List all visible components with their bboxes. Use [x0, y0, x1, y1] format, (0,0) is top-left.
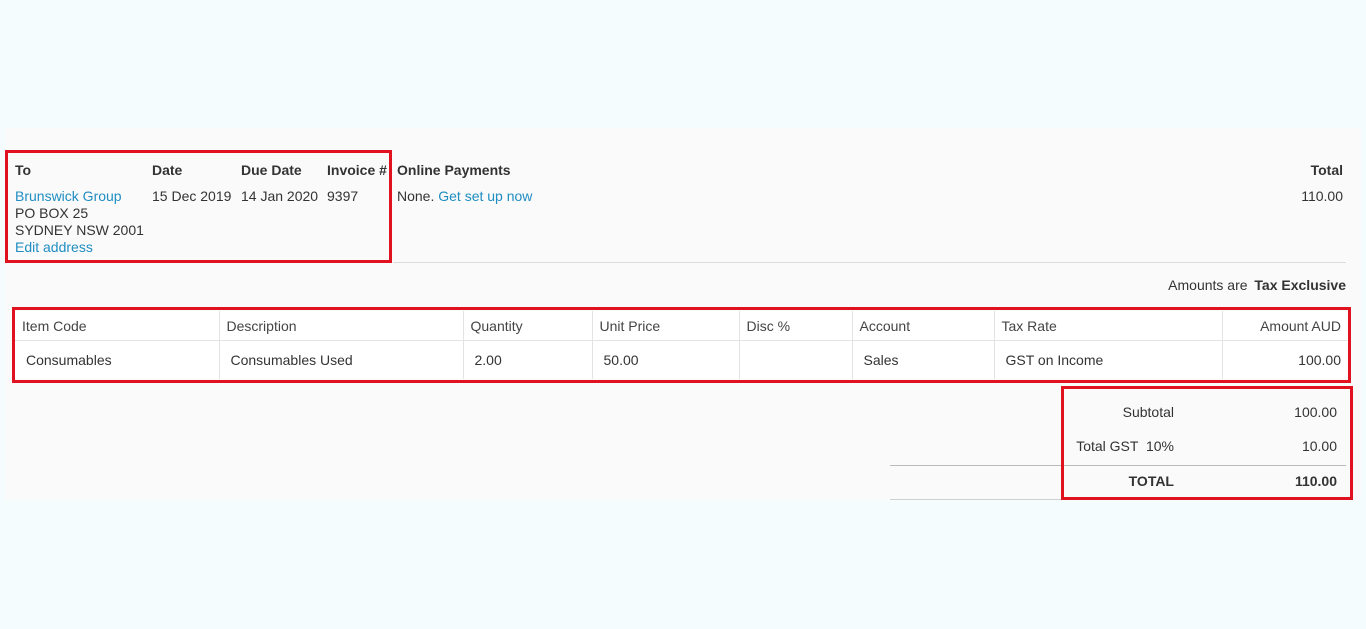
subtotal-value: 100.00	[1294, 404, 1337, 420]
totals-divider	[890, 465, 1346, 466]
date-label: Date	[152, 162, 183, 178]
subtotal-label: Subtotal	[1122, 404, 1174, 420]
account-cell[interactable]: Sales	[852, 340, 995, 379]
column-header[interactable]: Disc %	[739, 311, 853, 341]
amounts-are-tax-mode[interactable]: Amounts are Tax Exclusive	[1168, 277, 1346, 293]
address-line2: SYDNEY NSW 2001	[15, 222, 144, 238]
total-label: Total	[1310, 162, 1343, 178]
invoice-total-value: 110.00	[1301, 188, 1343, 204]
column-header[interactable]: Amount AUD	[1222, 311, 1347, 341]
contact-name-link[interactable]: Brunswick Group	[15, 188, 122, 204]
invoice-number: 9397	[327, 188, 359, 204]
totals-bottom-divider	[890, 499, 1346, 500]
tax-mode-value: Tax Exclusive	[1254, 277, 1346, 293]
online-payments-status: None. Get set up now	[397, 188, 532, 204]
address-line1: PO BOX 25	[15, 205, 89, 221]
table-header-row: Item Code Description Quantity Unit Pric…	[15, 311, 1347, 341]
amount-cell[interactable]: 100.00	[1222, 341, 1347, 380]
item-code-cell[interactable]: Consumables	[15, 340, 220, 379]
header-divider	[393, 262, 1346, 263]
invoice-date: 15 Dec 2019	[152, 188, 232, 204]
column-header[interactable]: Account	[852, 311, 995, 341]
invoice-due-date: 14 Jan 2020	[241, 188, 319, 204]
quantity-cell[interactable]: 2.00	[463, 340, 593, 379]
online-payments-none: None.	[397, 188, 435, 204]
due-date-label: Due Date	[241, 162, 302, 178]
total-gst-label: Total GST 10%	[1076, 438, 1174, 454]
column-header[interactable]: Tax Rate	[994, 311, 1223, 341]
column-header[interactable]: Quantity	[463, 311, 593, 341]
column-header[interactable]: Item Code	[15, 311, 220, 341]
amounts-are-label: Amounts are	[1168, 277, 1248, 293]
unit-price-cell[interactable]: 50.00	[592, 340, 740, 379]
column-header[interactable]: Description	[219, 311, 464, 341]
total-gst-value: 10.00	[1301, 438, 1337, 454]
invoice-number-label: Invoice #	[327, 162, 387, 178]
table-row[interactable]: Consumables Consumables Used 2.00 50.00 …	[15, 340, 1347, 380]
online-payments-label: Online Payments	[397, 162, 511, 178]
column-header[interactable]: Unit Price	[592, 311, 740, 341]
get-set-up-link[interactable]: Get set up now	[438, 188, 532, 204]
discount-cell[interactable]	[739, 340, 853, 379]
grand-total-value: 110.00	[1294, 473, 1337, 489]
grand-total-label: TOTAL	[1128, 473, 1174, 489]
line-items-table: Item Code Description Quantity Unit Pric…	[15, 311, 1347, 379]
to-label: To	[15, 162, 32, 178]
edit-address-link[interactable]: Edit address	[15, 239, 93, 255]
tax-rate-cell[interactable]: GST on Income	[994, 340, 1223, 379]
description-cell[interactable]: Consumables Used	[219, 340, 464, 379]
